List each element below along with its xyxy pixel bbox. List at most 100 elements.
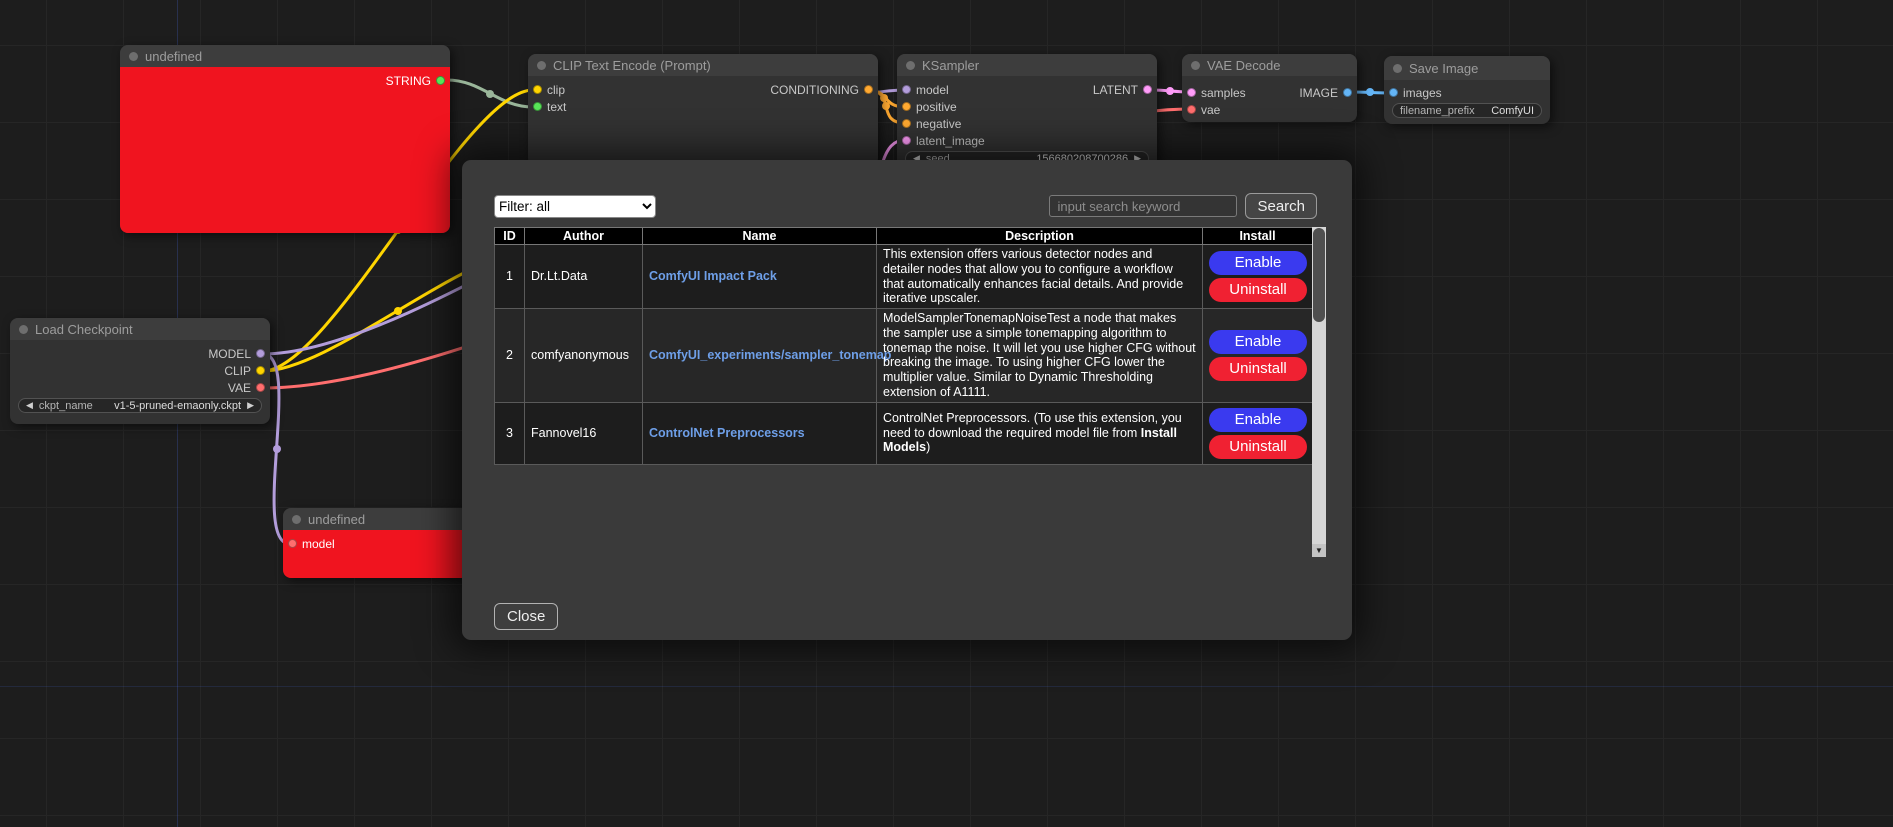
ckpt-name-widget[interactable]: ◀ ckpt_name v1-5-pruned-emaonly.ckpt ▶ — [18, 398, 262, 413]
node-save-image[interactable]: Save Image images filename_prefix ComfyU… — [1384, 56, 1550, 124]
slot-dot-positive[interactable] — [902, 102, 911, 111]
scroll-down-icon[interactable]: ▼ — [1312, 544, 1326, 557]
collapse-dot-icon[interactable] — [1191, 61, 1200, 70]
node-title: CLIP Text Encode (Prompt) — [553, 58, 711, 73]
decrement-icon[interactable]: ◀ — [26, 401, 33, 410]
col-header-description: Description — [877, 228, 1203, 245]
wire-midpoint-dot — [880, 94, 888, 102]
close-button[interactable]: Close — [494, 603, 558, 630]
ext-author: Dr.Lt.Data — [525, 245, 643, 309]
extension-list-scroll-area: ID Author Name Description Install 1 Dr.… — [494, 227, 1326, 557]
node-clip-text-encode[interactable]: CLIP Text Encode (Prompt) clip CONDITION… — [528, 54, 878, 166]
slot-label: clip — [547, 83, 565, 97]
ext-name-link[interactable]: ComfyUI_experiments/sampler_tonemap — [649, 348, 891, 362]
node-load-checkpoint[interactable]: Load Checkpoint MODEL CLIP VAE — [10, 318, 270, 424]
ext-author: Fannovel16 — [525, 402, 643, 464]
slot-label: model — [302, 537, 335, 551]
uninstall-button[interactable]: Uninstall — [1209, 357, 1307, 381]
slot-label: samples — [1201, 86, 1246, 100]
filename-prefix-widget[interactable]: filename_prefix ComfyUI — [1392, 103, 1542, 118]
extension-table: ID Author Name Description Install 1 Dr.… — [494, 227, 1313, 465]
slot-dot-model-in[interactable] — [288, 539, 297, 548]
slot-dot-clip-out[interactable] — [256, 366, 265, 375]
scrollbar-thumb[interactable] — [1313, 228, 1325, 322]
collapse-dot-icon[interactable] — [19, 325, 28, 334]
node-vae-decode[interactable]: VAE Decode samples IMAGE vae — [1182, 54, 1357, 122]
wire-midpoint-dot — [882, 102, 890, 110]
slot-label: latent_image — [916, 134, 985, 148]
slot-label: STRING — [386, 74, 431, 88]
node-undefined-bottom[interactable]: undefined model — [283, 508, 469, 578]
ext-name-link[interactable]: ControlNet Preprocessors — [649, 426, 805, 440]
col-header-id: ID — [495, 228, 525, 245]
increment-icon[interactable]: ▶ — [247, 401, 254, 410]
collapse-dot-icon[interactable] — [129, 52, 138, 61]
collapse-dot-icon[interactable] — [906, 61, 915, 70]
slot-dot-text[interactable] — [533, 102, 542, 111]
col-header-install: Install — [1203, 228, 1313, 245]
enable-button[interactable]: Enable — [1209, 408, 1307, 432]
slot-dot-model-out[interactable] — [256, 349, 265, 358]
slot-label: vae — [1201, 103, 1220, 117]
node-title: undefined — [308, 512, 365, 527]
node-undefined-top[interactable]: undefined STRING — [120, 45, 450, 233]
collapse-dot-icon[interactable] — [537, 61, 546, 70]
graph-canvas[interactable]: undefined STRING CLIP Text Encode (Promp… — [0, 0, 1893, 827]
node-title: Load Checkpoint — [35, 322, 133, 337]
manager-dialog: Filter: all Search ID Author Name Descri… — [462, 160, 1352, 640]
collapse-dot-icon[interactable] — [1393, 64, 1402, 73]
slot-label: images — [1403, 86, 1442, 100]
ext-description: This extension offers various detector n… — [877, 245, 1203, 309]
slot-dot-samples[interactable] — [1187, 88, 1196, 97]
slot-dot-latent-image[interactable] — [902, 136, 911, 145]
slot-dot-conditioning[interactable] — [864, 85, 873, 94]
table-row: 1 Dr.Lt.Data ComfyUI Impact Pack This ex… — [495, 245, 1313, 309]
slot-dot-clip[interactable] — [533, 85, 542, 94]
search-button[interactable]: Search — [1245, 193, 1317, 219]
ext-description: ControlNet Preprocessors. (To use this e… — [877, 402, 1203, 464]
wire-midpoint-dot — [486, 90, 494, 98]
slot-label: model — [916, 83, 949, 97]
enable-button[interactable]: Enable — [1209, 330, 1307, 354]
slot-dot-negative[interactable] — [902, 119, 911, 128]
slot-label: CLIP — [224, 364, 251, 378]
node-ksampler[interactable]: KSampler model LATENT positive — [897, 54, 1157, 168]
slot-label: MODEL — [208, 347, 251, 361]
uninstall-button[interactable]: Uninstall — [1209, 278, 1307, 302]
uninstall-button[interactable]: Uninstall — [1209, 435, 1307, 459]
ext-author: comfyanonymous — [525, 309, 643, 403]
slot-dot-string[interactable] — [436, 76, 445, 85]
search-input[interactable] — [1049, 195, 1237, 217]
slot-label: IMAGE — [1299, 86, 1338, 100]
slot-label: LATENT — [1093, 83, 1138, 97]
col-header-author: Author — [525, 228, 643, 245]
wire-midpoint-dot — [394, 307, 402, 315]
widget-value: ComfyUI — [1491, 105, 1534, 117]
wire-midpoint-dot — [1166, 87, 1174, 95]
slot-dot-vae-out[interactable] — [256, 383, 265, 392]
slot-dot-vae[interactable] — [1187, 105, 1196, 114]
slot-label: CONDITIONING — [770, 83, 859, 97]
ext-name-link[interactable]: ComfyUI Impact Pack — [649, 269, 777, 283]
node-title: KSampler — [922, 58, 979, 73]
widget-label: ckpt_name — [39, 400, 93, 412]
col-header-name: Name — [643, 228, 877, 245]
enable-button[interactable]: Enable — [1209, 251, 1307, 275]
slot-dot-images[interactable] — [1389, 88, 1398, 97]
table-row: 2 comfyanonymous ComfyUI_experiments/sam… — [495, 309, 1313, 403]
slot-dot-model[interactable] — [902, 85, 911, 94]
slot-label: VAE — [228, 381, 251, 395]
ext-id: 2 — [495, 309, 525, 403]
filter-select[interactable]: Filter: all — [494, 195, 656, 218]
ext-id: 3 — [495, 402, 525, 464]
node-title: VAE Decode — [1207, 58, 1280, 73]
ext-description: ModelSamplerTonemapNoiseTest a node that… — [877, 309, 1203, 403]
collapse-dot-icon[interactable] — [292, 515, 301, 524]
table-row: 3 Fannovel16 ControlNet Preprocessors Co… — [495, 402, 1313, 464]
slot-dot-image[interactable] — [1343, 88, 1352, 97]
scrollbar[interactable]: ▼ — [1312, 227, 1326, 557]
slot-label: negative — [916, 117, 961, 131]
slot-dot-latent[interactable] — [1143, 85, 1152, 94]
wire-midpoint-dot — [1366, 88, 1374, 96]
slot-label: text — [547, 100, 566, 114]
